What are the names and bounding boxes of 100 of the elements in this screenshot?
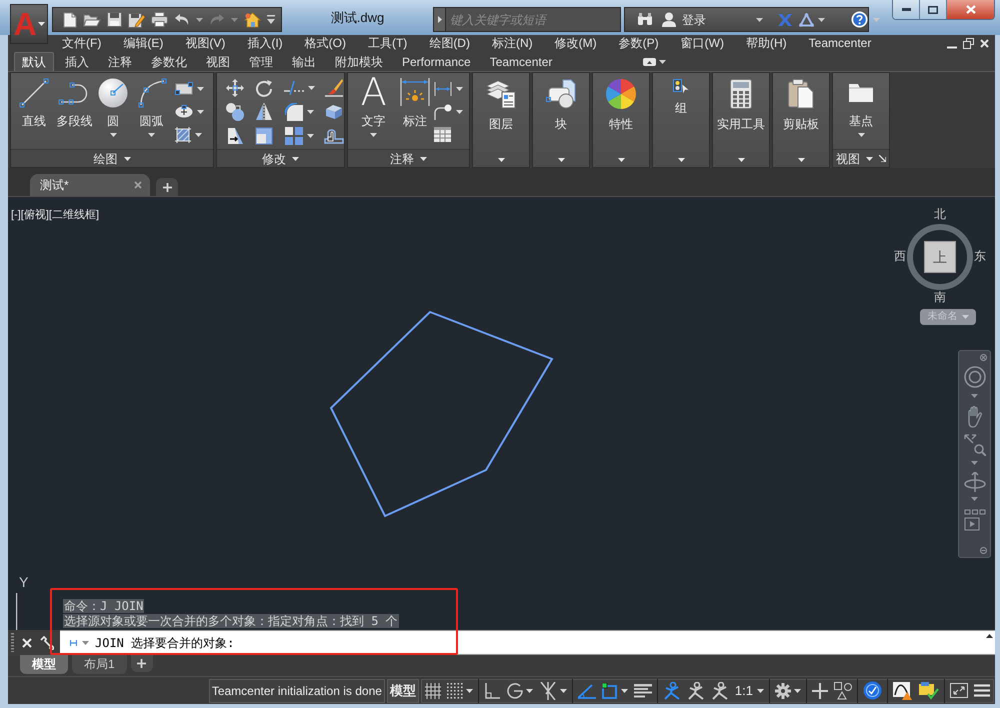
collapsed-panel-button[interactable]: 剪贴板 bbox=[772, 72, 830, 168]
ribbon-tab[interactable]: 输出 bbox=[284, 52, 324, 71]
check-circle-icon[interactable] bbox=[863, 681, 882, 700]
ribbon-tab[interactable]: 视图 bbox=[198, 52, 238, 71]
menu-item[interactable]: 标注(N) bbox=[492, 36, 533, 51]
save-as-icon[interactable] bbox=[128, 12, 145, 28]
panel-title-button[interactable]: 修改 bbox=[217, 149, 344, 167]
close-icon[interactable] bbox=[22, 638, 32, 648]
minimize-button[interactable] bbox=[893, 0, 920, 19]
collapsed-panel-button[interactable]: 实用工具 bbox=[712, 72, 770, 168]
document-tab[interactable]: 测试* bbox=[30, 174, 150, 196]
add-layout-button[interactable] bbox=[130, 655, 153, 672]
ribbon-tab[interactable]: Performance bbox=[394, 52, 479, 71]
right-angle-icon[interactable] bbox=[484, 682, 500, 698]
ribbon-tool-button[interactable]: A 文字 bbox=[351, 73, 396, 149]
command-line-field[interactable]: JOIN 选择要合并的对象: bbox=[60, 630, 995, 655]
ribbon-tool-button[interactable]: 直线 bbox=[15, 73, 53, 149]
menu-item[interactable]: 帮助(H) bbox=[746, 36, 787, 51]
orbit-icon[interactable] bbox=[964, 472, 986, 492]
ribbon-tab[interactable]: Teamcenter bbox=[482, 52, 560, 71]
shapes-icon[interactable] bbox=[834, 682, 852, 700]
figure-icon[interactable] bbox=[686, 682, 705, 700]
angle-icon[interactable] bbox=[578, 682, 596, 698]
ribbon-tool-button[interactable]: 基点 bbox=[833, 73, 889, 149]
customize-menu-icon[interactable] bbox=[267, 15, 275, 24]
crossing-lines-icon[interactable] bbox=[538, 682, 557, 700]
menu-item[interactable]: 格式(O) bbox=[304, 36, 346, 51]
close-icon[interactable] bbox=[980, 39, 989, 48]
ribbon-tab[interactable]: 注释 bbox=[100, 52, 140, 71]
ribbon-tab[interactable]: 默认 bbox=[14, 52, 54, 71]
figure-icon[interactable] bbox=[710, 682, 729, 700]
ribbon-tool-button[interactable]: 标注 bbox=[396, 73, 434, 149]
steering-wheel-icon[interactable] bbox=[964, 366, 986, 388]
new-tab-button[interactable] bbox=[156, 178, 178, 196]
layout-tab[interactable]: 模型 bbox=[20, 655, 68, 674]
annotation-scale-button[interactable]: 1:1 bbox=[732, 678, 767, 702]
viewcube-face[interactable]: 上 bbox=[924, 241, 956, 273]
triangle-network-icon[interactable] bbox=[799, 12, 814, 26]
ribbon-tab[interactable]: 管理 bbox=[241, 52, 281, 71]
search-field[interactable]: 键入关键字或短语 bbox=[446, 7, 621, 32]
menu-item[interactable]: 参数(P) bbox=[618, 36, 659, 51]
collapsed-panel-button[interactable]: 图层 bbox=[472, 72, 530, 168]
undo-icon[interactable] bbox=[174, 13, 190, 26]
curve-warning-icon[interactable] bbox=[893, 682, 913, 700]
close-tab-icon[interactable] bbox=[134, 181, 142, 189]
save-icon[interactable] bbox=[107, 12, 122, 27]
ribbon-tool-button[interactable]: 圆弧 bbox=[130, 73, 174, 149]
showmotion-icon[interactable] bbox=[964, 509, 986, 533]
help-icon[interactable] bbox=[851, 11, 868, 28]
collapsed-panel-button[interactable]: 组 bbox=[652, 72, 710, 168]
panel-toggle-icon[interactable] bbox=[643, 58, 656, 66]
snap-square-icon[interactable] bbox=[602, 682, 618, 698]
menu-item[interactable]: 视图(V) bbox=[185, 36, 226, 51]
plus-icon bbox=[137, 659, 146, 668]
menu-item[interactable]: 编辑(E) bbox=[123, 36, 164, 51]
figure-icon[interactable] bbox=[662, 682, 681, 700]
house-icon[interactable] bbox=[244, 12, 261, 28]
collapsed-panel-button[interactable]: 块 bbox=[532, 72, 590, 168]
caret-icon bbox=[659, 60, 666, 64]
sign-in-button[interactable]: 登录 bbox=[682, 14, 706, 26]
viewport-controls-label[interactable]: [-][俯视][二维线框] bbox=[11, 209, 99, 221]
menu-item[interactable]: 修改(M) bbox=[554, 36, 597, 51]
open-folder-icon[interactable] bbox=[83, 12, 101, 26]
layout-tab[interactable]: 布局1 bbox=[72, 655, 127, 674]
menu-item[interactable]: 工具(T) bbox=[368, 36, 408, 51]
menu-item[interactable]: 文件(F) bbox=[62, 36, 102, 51]
restore-icon[interactable] bbox=[963, 38, 974, 49]
model-space-button[interactable]: 模型 bbox=[386, 678, 419, 702]
folder-check-icon[interactable] bbox=[919, 682, 939, 700]
dot-grid-icon[interactable] bbox=[446, 682, 463, 698]
maximize-button[interactable] bbox=[920, 0, 947, 19]
new-file-icon[interactable] bbox=[63, 12, 77, 28]
panel-title-button[interactable]: 注释 bbox=[348, 149, 469, 167]
ribbon-tool-button[interactable]: 多段线 bbox=[52, 73, 96, 149]
plus-icon[interactable] bbox=[812, 682, 828, 698]
ribbon-tab[interactable]: 附加模块 bbox=[327, 52, 391, 71]
menu-item[interactable]: 窗口(W) bbox=[680, 36, 724, 51]
close-button[interactable] bbox=[947, 0, 994, 19]
grid-icon[interactable] bbox=[424, 682, 441, 698]
search-options-button[interactable] bbox=[433, 7, 446, 32]
zoom-icon[interactable] bbox=[964, 434, 986, 456]
ribbon-tab[interactable]: 参数化 bbox=[143, 52, 195, 71]
fullscreen-icon[interactable] bbox=[950, 683, 968, 698]
lines-icon[interactable] bbox=[634, 684, 652, 698]
ribbon-tab[interactable]: 插入 bbox=[57, 52, 97, 71]
menu-item[interactable]: 插入(I) bbox=[247, 36, 283, 51]
wrench-icon[interactable] bbox=[40, 636, 54, 650]
ribbon-tool-button[interactable]: 圆 bbox=[96, 73, 130, 149]
printer-icon[interactable] bbox=[151, 12, 168, 27]
binoculars-icon[interactable] bbox=[637, 13, 653, 26]
gear-icon[interactable] bbox=[775, 682, 791, 698]
close-circle-icon[interactable] bbox=[980, 547, 987, 554]
caret-icon bbox=[738, 158, 744, 162]
menu-item[interactable]: 绘图(D) bbox=[429, 36, 470, 51]
panel-title-button[interactable]: 视图 bbox=[833, 149, 889, 167]
collapsed-panel-button[interactable]: 特性 bbox=[592, 72, 650, 168]
menu-icon[interactable] bbox=[974, 684, 990, 697]
close-circle-icon[interactable] bbox=[980, 354, 987, 361]
panel-title-button[interactable]: 绘图 bbox=[11, 149, 213, 167]
menu-item[interactable]: Teamcenter bbox=[808, 36, 872, 51]
